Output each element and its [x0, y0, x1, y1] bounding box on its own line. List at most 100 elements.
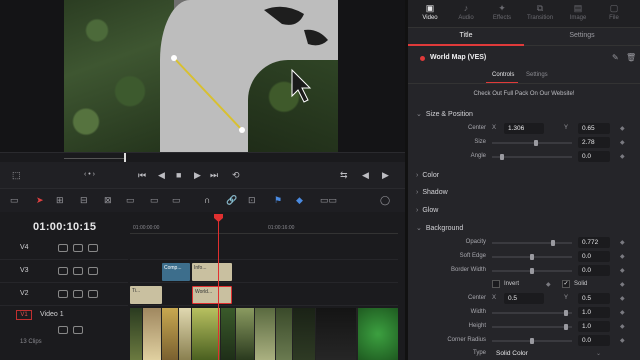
auto-select-icon[interactable] [73, 267, 83, 275]
video-clip-thumb[interactable] [192, 308, 220, 360]
opacity-field[interactable]: 0.772 [578, 237, 610, 248]
track-v1[interactable] [130, 308, 398, 360]
overwrite-icon[interactable]: ▭ [150, 196, 160, 205]
track-header-v2[interactable]: V2 [0, 284, 128, 306]
height-field[interactable]: 1.0 [578, 321, 610, 332]
replace-icon[interactable]: ▭ [172, 196, 182, 205]
flag-icon[interactable]: ⚑ [274, 196, 284, 205]
reverse-icon[interactable]: ◀ [158, 170, 165, 180]
keyframe-icon[interactable]: ◆ [620, 153, 625, 160]
tab-file[interactable]: ▢ File [594, 3, 634, 21]
track-v3[interactable]: Comp... Info... [130, 261, 398, 283]
viewer-mode-icon[interactable]: ⬚ [12, 170, 21, 180]
viewer-scrub-bar[interactable] [0, 152, 405, 162]
video-clip-thumb[interactable] [276, 308, 292, 360]
angle-field[interactable]: 0.0 [578, 151, 610, 162]
next-edit-icon[interactable]: ▶ [382, 170, 389, 180]
marker-icon[interactable]: ◆ [296, 196, 306, 205]
enable-track-icon[interactable] [88, 290, 98, 298]
solid-checkbox[interactable]: ✓ [562, 280, 570, 288]
video-clip-thumb[interactable] [162, 308, 178, 360]
opacity-slider[interactable] [492, 240, 572, 246]
center-x-field[interactable]: 1.306 [504, 123, 544, 134]
layout-icon[interactable]: ▭ [10, 196, 20, 205]
skip-end-icon[interactable]: ⏭ [210, 170, 218, 180]
section-shadow[interactable]: › Shadow [416, 189, 448, 196]
subtab-title[interactable]: Title [408, 32, 524, 39]
section-glow[interactable]: › Glow [416, 207, 438, 214]
lock-icon[interactable] [58, 290, 68, 298]
slider-knob[interactable] [564, 310, 569, 316]
slider-knob[interactable] [530, 268, 534, 274]
position-lock-icon[interactable]: ⊡ [248, 196, 258, 205]
keyframe-icon[interactable]: ◆ [620, 125, 625, 132]
enable-track-icon[interactable] [73, 326, 83, 334]
video-clip-thumb[interactable] [358, 308, 398, 360]
zoom-icons[interactable]: ▭▭ [320, 196, 346, 205]
keyframe-icon[interactable]: ◆ [620, 267, 625, 274]
border-width-slider[interactable] [492, 268, 572, 274]
track-v1-target[interactable]: V1 [16, 310, 32, 320]
dynamic-trim-icon[interactable]: ⊟ [80, 196, 90, 205]
soft-edge-field[interactable]: 0.0 [578, 251, 610, 262]
scrub-head[interactable] [124, 153, 126, 162]
video-clip-thumb[interactable] [316, 308, 356, 360]
insert-icon[interactable]: ▭ [126, 196, 136, 205]
lock-icon[interactable] [58, 244, 68, 252]
tab-controls[interactable]: Controls [492, 72, 514, 78]
jog-icon[interactable]: ‹ • › [84, 170, 95, 180]
width-slider[interactable] [492, 310, 572, 316]
keyframe-icon[interactable]: ◆ [620, 309, 625, 316]
tab-effect-settings[interactable]: Settings [526, 72, 548, 78]
section-size-position[interactable]: ⌄ Size & Position [416, 110, 473, 118]
video-clip-thumb[interactable] [179, 308, 191, 360]
chevron-down-icon[interactable]: ⌄ [596, 350, 601, 357]
height-slider[interactable] [492, 324, 572, 330]
size-slider[interactable] [492, 140, 572, 146]
pointer-tool-icon[interactable]: ➤ [36, 196, 46, 205]
trim-tool-icon[interactable]: ⊞ [56, 196, 66, 205]
tab-transition[interactable]: ⧉ Transition [520, 3, 560, 21]
effect-enable-icon[interactable] [420, 56, 425, 61]
snapping-icon[interactable]: ∩ [204, 196, 214, 205]
match-frame-icon[interactable]: ⇆ [340, 170, 348, 180]
slider-knob[interactable] [530, 338, 534, 344]
keyframe-icon[interactable]: ◆ [620, 239, 625, 246]
invert-checkbox[interactable] [492, 280, 500, 288]
link-icon[interactable]: 🔗 [226, 196, 237, 205]
angle-slider[interactable] [492, 154, 572, 160]
slider-knob[interactable] [533, 140, 538, 146]
keyframe-icon[interactable]: ◆ [620, 323, 625, 330]
clip[interactable]: Info... [192, 263, 232, 281]
loop-icon[interactable]: ⟲ [232, 170, 240, 180]
delete-icon[interactable]: 🗑 [626, 53, 636, 62]
auto-select-icon[interactable] [73, 290, 83, 298]
slider-knob[interactable] [499, 154, 504, 160]
enable-track-icon[interactable] [88, 244, 98, 252]
tab-video[interactable]: ▣ Video [410, 3, 450, 21]
keyframe-icon[interactable]: ◆ [620, 295, 625, 302]
viewer[interactable] [0, 0, 405, 152]
effect-header[interactable]: World Map (VES) ✎ 🗑 [408, 50, 640, 66]
auto-select-icon[interactable] [73, 244, 83, 252]
clip-selected[interactable]: World... [192, 286, 232, 304]
subtab-settings[interactable]: Settings [524, 32, 640, 39]
playhead[interactable] [218, 216, 219, 360]
type-dropdown[interactable]: Solid Color [492, 348, 604, 359]
section-color[interactable]: › Color [416, 172, 439, 179]
route-end-point[interactable] [239, 127, 245, 133]
keyframe-icon[interactable]: ◆ [546, 281, 551, 288]
section-background[interactable]: ⌄ Background [416, 224, 463, 232]
keyframe-icon[interactable]: ◆ [620, 139, 625, 146]
route-start-point[interactable] [171, 55, 177, 61]
clip[interactable]: Ti... [130, 286, 162, 304]
slider-knob[interactable] [564, 324, 569, 330]
lock-icon[interactable] [58, 326, 68, 334]
video-clip-thumb[interactable] [255, 308, 275, 360]
track-header-v3[interactable]: V3 [0, 261, 128, 283]
video-clip-thumb[interactable] [236, 308, 254, 360]
edit-icon[interactable]: ✎ [612, 53, 619, 62]
keyframe-icon[interactable]: ◆ [620, 337, 625, 344]
corner-radius-slider[interactable] [492, 338, 572, 344]
bg-center-y-field[interactable]: 0.5 [578, 293, 610, 304]
